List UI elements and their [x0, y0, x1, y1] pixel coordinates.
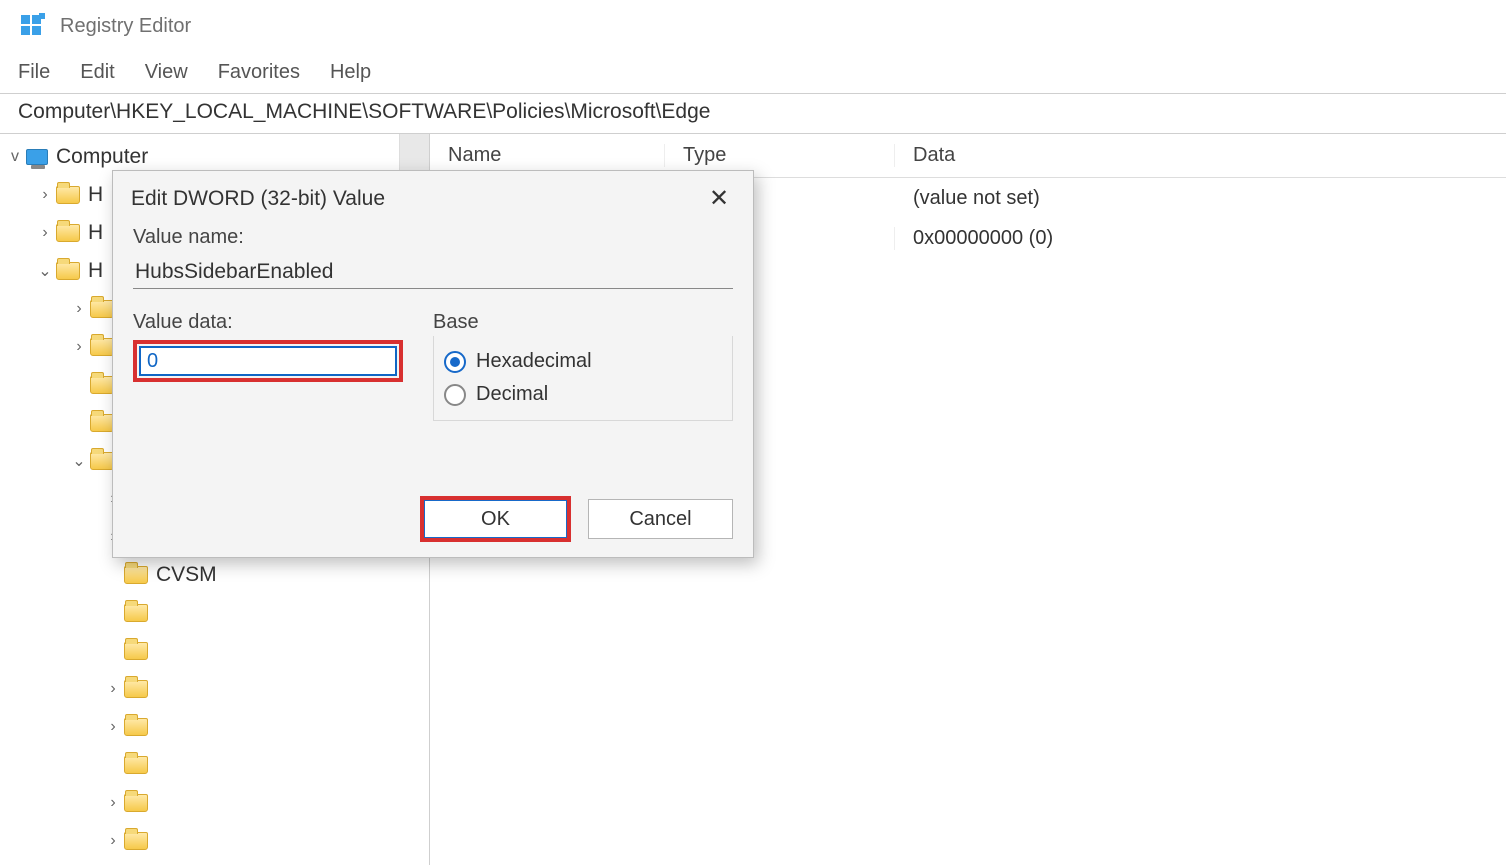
- expander-icon[interactable]: v: [6, 148, 24, 166]
- tree-root-label: Computer: [56, 145, 148, 169]
- folder-icon: [124, 642, 148, 660]
- value-name-input[interactable]: [133, 255, 733, 289]
- address-text: Computer\HKEY_LOCAL_MACHINE\SOFTWARE\Pol…: [18, 100, 710, 124]
- base-label: Base: [433, 311, 733, 334]
- chevron-down-icon[interactable]: ⌄: [36, 261, 54, 281]
- col-header-name[interactable]: Name: [430, 144, 665, 167]
- ok-label: OK: [481, 508, 510, 531]
- dialog-body: Value name: Value data: Base Hexadecimal: [113, 226, 753, 421]
- radio-icon: [444, 384, 466, 406]
- value-data-label: Value data:: [133, 311, 403, 334]
- tree-item-label: H: [88, 183, 103, 207]
- close-icon[interactable]: ✕: [701, 181, 737, 217]
- cell-data: 0x00000000 (0): [895, 227, 1506, 250]
- col-header-data[interactable]: Data: [895, 144, 1506, 167]
- chevron-right-icon[interactable]: ›: [70, 300, 88, 318]
- folder-icon: [90, 300, 114, 318]
- folder-icon: [124, 794, 148, 812]
- cell-data: (value not set): [895, 187, 1506, 210]
- folder-icon: [124, 604, 148, 622]
- folder-icon: [124, 756, 148, 774]
- folder-icon: [124, 680, 148, 698]
- tree-item[interactable]: [0, 746, 429, 784]
- chevron-right-icon[interactable]: ›: [104, 718, 122, 736]
- folder-icon: [90, 414, 114, 432]
- cancel-button[interactable]: Cancel: [588, 499, 733, 539]
- chevron-right-icon[interactable]: ›: [104, 794, 122, 812]
- menu-file[interactable]: File: [18, 61, 50, 84]
- tree-item[interactable]: CVSM: [0, 556, 429, 594]
- folder-icon: [124, 718, 148, 736]
- radio-label: Hexadecimal: [476, 350, 592, 373]
- radio-label: Decimal: [476, 383, 548, 406]
- folder-icon: [56, 186, 80, 204]
- app-title: Registry Editor: [60, 15, 191, 38]
- menu-bar: File Edit View Favorites Help: [0, 52, 1506, 94]
- chevron-right-icon[interactable]: ›: [104, 680, 122, 698]
- value-data-highlight: [133, 340, 403, 382]
- folder-icon: [90, 338, 114, 356]
- ok-button-inner: OK: [424, 500, 567, 538]
- folder-icon: [124, 566, 148, 584]
- base-fieldset: Hexadecimal Decimal: [433, 336, 733, 421]
- tree-item[interactable]: [0, 632, 429, 670]
- tree-item[interactable]: ›: [0, 670, 429, 708]
- radio-hexadecimal[interactable]: Hexadecimal: [444, 350, 722, 373]
- tree-item[interactable]: ›: [0, 784, 429, 822]
- value-name-label: Value name:: [133, 226, 733, 249]
- address-bar[interactable]: Computer\HKEY_LOCAL_MACHINE\SOFTWARE\Pol…: [0, 94, 1506, 134]
- edit-dword-dialog: Edit DWORD (32-bit) Value ✕ Value name: …: [112, 170, 754, 558]
- chevron-right-icon[interactable]: ›: [36, 186, 54, 204]
- tree-item-label: H: [88, 259, 103, 283]
- chevron-right-icon[interactable]: ›: [104, 832, 122, 850]
- menu-help[interactable]: Help: [330, 61, 371, 84]
- tree-item-label: CVSM: [156, 563, 217, 587]
- tree-item[interactable]: ›: [0, 822, 429, 860]
- computer-icon: [26, 149, 48, 165]
- chevron-down-icon[interactable]: ⌄: [70, 451, 88, 471]
- chevron-right-icon[interactable]: ›: [36, 224, 54, 242]
- tree-item[interactable]: [0, 594, 429, 632]
- radio-icon: [444, 351, 466, 373]
- dialog-title-bar[interactable]: Edit DWORD (32-bit) Value ✕: [113, 171, 753, 226]
- title-bar: Registry Editor: [0, 0, 1506, 52]
- dialog-title: Edit DWORD (32-bit) Value: [131, 187, 385, 211]
- dialog-buttons: OK Cancel: [423, 499, 733, 539]
- tree-item-label: H: [88, 221, 103, 245]
- menu-favorites[interactable]: Favorites: [218, 61, 300, 84]
- cancel-label: Cancel: [629, 508, 691, 531]
- folder-icon: [56, 262, 80, 280]
- ok-button[interactable]: OK: [423, 499, 568, 539]
- value-data-input[interactable]: [139, 346, 397, 376]
- folder-icon: [90, 452, 114, 470]
- chevron-right-icon[interactable]: ›: [70, 338, 88, 356]
- folder-icon: [124, 832, 148, 850]
- menu-edit[interactable]: Edit: [80, 61, 114, 84]
- col-header-type[interactable]: Type: [665, 144, 895, 167]
- regedit-icon: [18, 12, 46, 40]
- folder-icon: [56, 224, 80, 242]
- radio-decimal[interactable]: Decimal: [444, 383, 722, 406]
- tree-item[interactable]: ›: [0, 708, 429, 746]
- folder-icon: [90, 376, 114, 394]
- menu-view[interactable]: View: [145, 61, 188, 84]
